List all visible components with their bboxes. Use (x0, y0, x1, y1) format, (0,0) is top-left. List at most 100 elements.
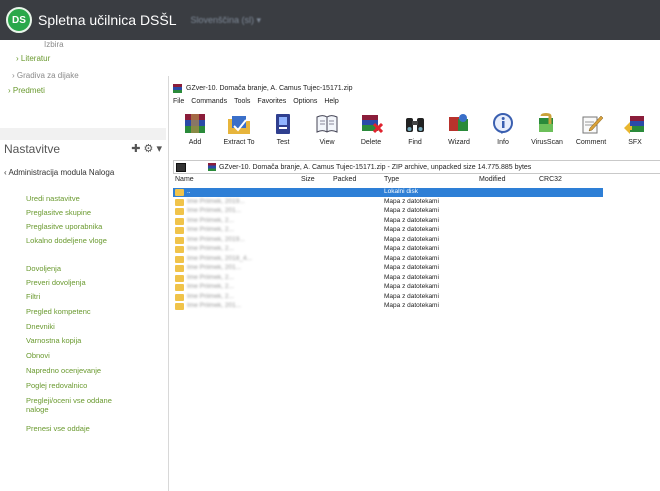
view-icon (316, 115, 338, 133)
settings-link[interactable]: Filtri (26, 292, 40, 301)
file-list-header: Name Size Packed Type Modified CRC32 (173, 176, 659, 186)
file-type: Mapa z datotekami (384, 226, 439, 233)
table-row[interactable]: Ime Priimek, 2... Mapa z datotekami (173, 217, 603, 226)
settings-link[interactable]: Pregled kompetenc (26, 307, 91, 316)
settings-link[interactable]: Poglej redovalnico (26, 381, 87, 390)
table-row[interactable]: Ime Priimek, 201... Mapa z datotekami (173, 302, 603, 311)
view-button[interactable]: View (305, 110, 349, 154)
wizard-label: Wizard (448, 139, 470, 146)
settings-link[interactable]: Preglasitve skupine (26, 208, 91, 217)
nav-item[interactable]: › Literatur (16, 54, 50, 63)
file-type: Mapa z datotekami (384, 264, 439, 271)
settings-link[interactable]: Uredi nastavitve (26, 194, 80, 203)
view-label: View (319, 139, 335, 146)
test-button[interactable]: Test (261, 110, 305, 154)
file-name: Ime Priimek, 2019... (187, 235, 245, 243)
folder-icon (175, 255, 184, 263)
settings-link[interactable]: Preglasitve uporabnika (26, 222, 102, 231)
file-type: Mapa z datotekami (384, 273, 439, 281)
wizard-icon (449, 114, 468, 131)
table-row[interactable]: Ime Priimek, 2... Mapa z datotekami (173, 226, 603, 235)
folder-icon (175, 246, 184, 253)
file-name: .. (187, 188, 191, 195)
file-name: Ime Priimek, 2... (187, 292, 234, 300)
table-row[interactable]: Ime Priimek, 2019... Mapa z datotekami (173, 198, 603, 207)
up-folder-button[interactable] (176, 162, 186, 172)
virus-scan-label: VirusScan (531, 139, 563, 146)
folder-icon (175, 227, 184, 234)
extract-to-icon (228, 116, 250, 134)
table-row[interactable]: Ime Priimek, 2019... Mapa z datotekami (173, 236, 603, 245)
settings-header: Nastavitve ✚ ⚙ ▾ (4, 142, 162, 158)
column-packed[interactable]: Packed (333, 176, 356, 183)
settings-link[interactable]: Dnevniki (26, 322, 55, 331)
table-row[interactable]: Ime Priimek, 2... Mapa z datotekami (173, 293, 603, 302)
menu-file[interactable]: File (173, 98, 184, 105)
virus-scan-button[interactable]: VirusScan (525, 110, 569, 154)
delete-button[interactable]: Delete (349, 110, 393, 154)
folder-icon (175, 208, 184, 215)
folder-icon (175, 236, 184, 244)
menu-help[interactable]: Help (324, 98, 338, 105)
comment-label: Comment (575, 139, 607, 146)
table-row[interactable]: Ime Priimek, 2... Mapa z datotekami (173, 245, 603, 254)
settings-link[interactable]: Dovoljenja (26, 264, 61, 273)
settings-link[interactable]: Napredno ocenjevanje (26, 366, 101, 375)
add-button[interactable]: Add (173, 110, 217, 154)
sfx-button[interactable]: SFX (613, 110, 657, 154)
table-row[interactable]: Ime Priimek, 2018_4... Mapa z datotekami (173, 255, 603, 264)
column-size[interactable]: Size (301, 176, 315, 183)
winrar-window: GZver-10. Domača branje, A. Camus Tujec-… (168, 76, 660, 491)
file-type: Mapa z datotekami (384, 207, 439, 214)
toolbar: Add Extract To Test View Delete Find Wiz… (173, 110, 660, 154)
settings-link[interactable]: Obnovi (26, 351, 50, 360)
settings-link[interactable]: Varnostna kopija (26, 336, 81, 345)
settings-link[interactable]: Lokalno dodeljene vloge (26, 236, 136, 245)
column-modified[interactable]: Modified (479, 176, 505, 183)
extract-to-button[interactable]: Extract To (217, 110, 261, 154)
table-row[interactable]: .. Lokalni disk (173, 188, 603, 197)
folder-icon (175, 217, 184, 225)
menu-commands[interactable]: Commands (191, 98, 227, 105)
settings-link[interactable]: Preveri dovoljenja (26, 278, 86, 287)
folder-icon (175, 274, 184, 282)
nav-item[interactable]: › Predmeti (8, 86, 45, 95)
settings-link[interactable]: Prenesi vse oddaje (26, 424, 90, 433)
table-row[interactable]: Ime Priimek, 2... Mapa z datotekami (173, 283, 603, 292)
menu-favorites[interactable]: Favorites (257, 98, 286, 105)
info-button[interactable]: Info (481, 110, 525, 154)
top-navbar: DS Spletna učilnica DSŠL Slovenščina (sl… (0, 0, 660, 40)
file-name: Ime Priimek, 201... (187, 302, 242, 309)
column-type[interactable]: Type (384, 176, 399, 183)
find-button[interactable]: Find (393, 110, 437, 154)
block-actions-icon[interactable]: ✚ ⚙ ▾ (131, 142, 162, 155)
nav-item[interactable]: › Gradiva za dijake (12, 71, 79, 80)
table-row[interactable]: Ime Priimek, 201... Mapa z datotekami (173, 264, 603, 273)
file-name: Ime Priimek, 2... (187, 283, 234, 290)
course-navigation-tree: Izbira › Literatur › Gradiva za dijake ›… (0, 40, 166, 116)
language-menu[interactable]: Slovenščina (sl) ▾ (191, 15, 262, 26)
site-title[interactable]: Spletna učilnica DSŠL (38, 12, 177, 28)
table-row[interactable]: Ime Priimek, 201... Mapa z datotekami (173, 207, 603, 216)
file-type: Mapa z datotekami (384, 283, 439, 290)
assignment-admin-node[interactable]: ‹ Administracija modula Naloga (4, 168, 164, 178)
folder-icon (175, 265, 184, 272)
comment-button[interactable]: Comment (569, 110, 613, 154)
nav-item[interactable]: Izbira (44, 40, 64, 49)
folder-icon (175, 198, 184, 206)
column-name[interactable]: Name (175, 176, 194, 183)
wizard-button[interactable]: Wizard (437, 110, 481, 154)
menu-tools[interactable]: Tools (234, 98, 250, 105)
file-name: Ime Priimek, 2... (187, 273, 234, 281)
file-type: Mapa z datotekami (384, 302, 439, 309)
menu-options[interactable]: Options (293, 98, 317, 105)
test-icon (276, 114, 290, 134)
site-logo[interactable]: DS (6, 7, 32, 33)
column-crc32[interactable]: CRC32 (539, 176, 562, 183)
settings-title: Nastavitve (4, 142, 61, 156)
file-type: Lokalni disk (384, 188, 418, 195)
add-label: Add (188, 139, 202, 146)
menu-bar: File Commands Tools Favorites Options He… (173, 98, 339, 105)
table-row[interactable]: Ime Priimek, 2... Mapa z datotekami (173, 274, 603, 283)
settings-link[interactable]: Pregleji/oceni vse oddane naloge (26, 396, 136, 414)
